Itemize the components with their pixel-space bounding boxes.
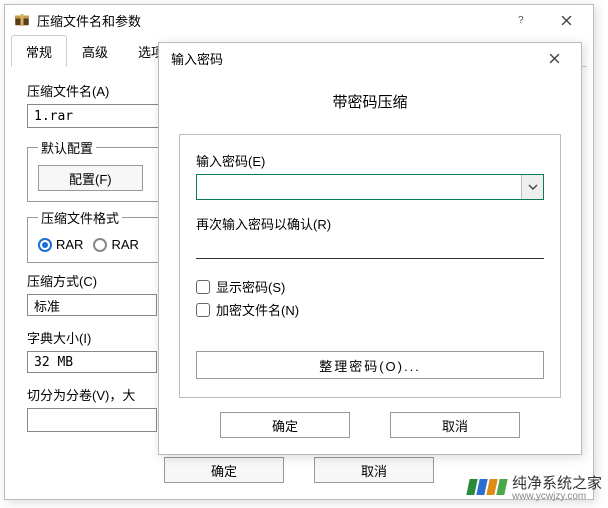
password-body: 带密码压缩 输入密码(E) 再次输入密码以确认(R) 显示密码(S) 加密文件名… — [159, 73, 581, 454]
method-select[interactable]: 标准 — [27, 294, 157, 316]
password-cancel-button[interactable]: 取消 — [390, 412, 520, 438]
format-rar5-radio[interactable]: RAR — [93, 237, 138, 252]
watermark-text: 纯净系统之家 — [512, 472, 602, 493]
radio-unselected-icon — [93, 238, 107, 252]
tab-general[interactable]: 常规 — [11, 35, 67, 67]
password-group: 输入密码(E) 再次输入密码以确认(R) 显示密码(S) 加密文件名(N) 整理… — [179, 134, 561, 398]
watermark-logo-icon — [468, 479, 506, 495]
split-input[interactable] — [27, 408, 157, 432]
watermark: 纯净系统之家 www.ycwjzy.com — [468, 472, 602, 502]
main-title: 压缩文件名和参数 — [37, 11, 499, 30]
dict-select[interactable]: 32 MB — [27, 351, 157, 373]
main-titlebar: 压缩文件名和参数 ? — [5, 5, 593, 35]
dict-value: 32 MB — [34, 355, 156, 370]
enter-password-label: 输入密码(E) — [196, 151, 544, 170]
password-title: 输入密码 — [171, 49, 532, 68]
password-combo[interactable] — [196, 174, 544, 200]
tab-advanced[interactable]: 高级 — [67, 35, 123, 67]
profile-legend: 默认配置 — [38, 138, 96, 157]
manage-passwords-button[interactable]: 整理密码(O)... — [196, 351, 544, 379]
format-rar-label: RAR — [56, 237, 83, 252]
encrypt-names-label: 加密文件名(N) — [216, 300, 299, 319]
confirm-password-input[interactable] — [196, 237, 544, 259]
method-value: 标准 — [34, 296, 156, 315]
show-password-checkbox[interactable]: 显示密码(S) — [196, 277, 544, 296]
checkbox-icon — [196, 280, 210, 294]
format-rar-radio[interactable]: RAR — [38, 237, 83, 252]
password-dialog: 输入密码 带密码压缩 输入密码(E) 再次输入密码以确认(R) 显示密码(S) — [158, 42, 582, 455]
encrypt-names-checkbox[interactable]: 加密文件名(N) — [196, 300, 544, 319]
format-legend: 压缩文件格式 — [38, 208, 122, 227]
show-password-label: 显示密码(S) — [216, 277, 285, 296]
main-cancel-button[interactable]: 取消 — [314, 457, 434, 483]
close-button-main[interactable] — [544, 6, 589, 34]
help-button[interactable]: ? — [499, 6, 544, 34]
password-value — [197, 175, 521, 199]
close-button-password[interactable] — [532, 44, 577, 72]
profile-button[interactable]: 配置(F) — [38, 165, 143, 191]
checkbox-icon — [196, 303, 210, 317]
password-titlebar: 输入密码 — [159, 43, 581, 73]
svg-text:?: ? — [518, 15, 524, 26]
format-rar5-label: RAR — [111, 237, 138, 252]
radio-selected-icon — [38, 238, 52, 252]
confirm-password-label: 再次输入密码以确认(R) — [196, 214, 544, 233]
password-ok-button[interactable]: 确定 — [220, 412, 350, 438]
chevron-down-icon[interactable] — [521, 175, 543, 199]
main-ok-button[interactable]: 确定 — [164, 457, 284, 483]
password-heading: 带密码压缩 — [179, 85, 561, 134]
app-icon — [13, 11, 31, 29]
